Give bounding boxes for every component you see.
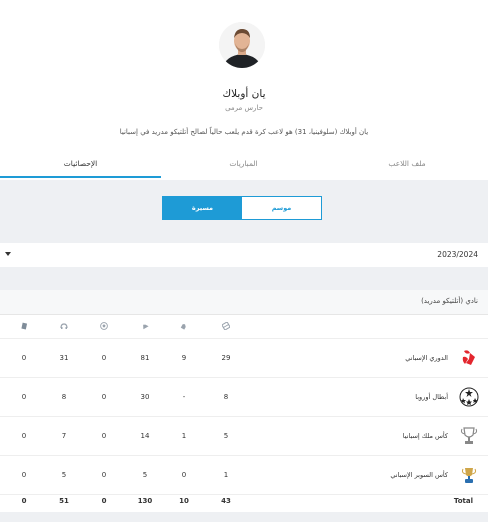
laliga-logo <box>462 350 475 365</box>
competition-name: أبطال أوروبا <box>415 393 448 401</box>
card-icon <box>21 322 28 330</box>
stat-minutes: 14 <box>140 432 150 440</box>
stat-starts: - <box>182 393 186 401</box>
total-row: Total 43 10 130 0 51 0 <box>0 490 488 512</box>
player-position: حارس مرمى <box>225 104 263 112</box>
chevron-down-icon <box>5 252 11 256</box>
stat-conceded: 7 <box>61 432 67 440</box>
season-value: 2023/2024 <box>437 250 478 259</box>
stat-cards: 0 <box>21 354 27 362</box>
total-cards: 0 <box>21 497 27 505</box>
season-button[interactable]: موسم <box>242 197 321 219</box>
tab-stats[interactable]: الإحصائيات <box>0 152 161 178</box>
stat-minutes: 81 <box>140 354 150 362</box>
stat-goals: 0 <box>101 393 107 401</box>
stat-matches: 1 <box>223 471 229 479</box>
stats-table: نادي (أتلتيكو مدريد) الدوري الإسباني 29 … <box>0 290 488 512</box>
ball-icon <box>100 322 108 330</box>
stat-conceded: 8 <box>61 393 67 401</box>
career-button[interactable]: مسيرة <box>163 197 242 219</box>
stat-conceded: 31 <box>59 354 69 362</box>
stats-header-row <box>0 314 488 339</box>
career-season-toggle: مسيرة موسم <box>162 196 322 220</box>
player-name: يان أوبلاك <box>222 88 266 100</box>
stat-goals: 0 <box>101 354 107 362</box>
stat-minutes: 5 <box>142 471 148 479</box>
competition-name: كأس السوبر الإسباني <box>390 471 448 479</box>
stat-cards: 0 <box>21 432 27 440</box>
club-header: نادي (أتلتيكو مدريد) <box>0 290 488 315</box>
competition-name: كأس ملك إسبانيا <box>402 432 448 440</box>
stat-matches: 5 <box>223 432 229 440</box>
competition-name: الدوري الإسباني <box>405 354 448 362</box>
player-profile-card: يان أوبلاك حارس مرمى يان أوبلاك (سلوفيني… <box>0 0 488 180</box>
total-matches: 43 <box>221 497 231 505</box>
player-avatar <box>219 22 265 68</box>
copa-logo <box>460 427 478 444</box>
stat-matches: 29 <box>221 354 231 362</box>
supercopa-logo <box>461 468 477 483</box>
pitch-icon <box>222 322 230 330</box>
stat-starts: 1 <box>181 432 187 440</box>
boot-icon <box>143 324 149 330</box>
club-name: نادي (أتلتيكو مدريد) <box>421 297 478 305</box>
ucl-logo <box>459 387 479 407</box>
total-conceded: 51 <box>59 497 69 505</box>
season-selector[interactable]: 2023/2024 <box>0 243 488 267</box>
stat-minutes: 30 <box>140 393 150 401</box>
stat-cards: 0 <box>21 471 27 479</box>
table-row[interactable]: كأس ملك إسبانيا 5 1 14 0 7 0 <box>0 417 488 456</box>
stat-starts: 0 <box>181 471 187 479</box>
total-minutes: 130 <box>137 497 153 505</box>
stat-matches: 8 <box>223 393 229 401</box>
stat-conceded: 5 <box>61 471 67 479</box>
table-row[interactable]: الدوري الإسباني 29 9 81 0 31 0 <box>0 339 488 378</box>
stat-starts: 9 <box>181 354 187 362</box>
tab-matches[interactable]: المباريات <box>162 152 325 178</box>
profile-tabs: ملف اللاعب المباريات الإحصائيات <box>0 152 488 178</box>
whistle-icon <box>60 323 68 329</box>
tab-profile[interactable]: ملف اللاعب <box>326 152 488 178</box>
total-goals: 0 <box>101 497 107 505</box>
shoe-icon <box>180 324 186 330</box>
stat-goals: 0 <box>101 471 107 479</box>
stat-goals: 0 <box>101 432 107 440</box>
table-row[interactable]: أبطال أوروبا 8 - 30 0 8 0 <box>0 378 488 417</box>
total-label: Total <box>453 497 473 505</box>
total-starts: 10 <box>179 497 189 505</box>
player-bio: يان أوبلاك (سلوفينيا، 31) هو لاعب كرة قد… <box>119 128 369 136</box>
stat-cards: 0 <box>21 393 27 401</box>
